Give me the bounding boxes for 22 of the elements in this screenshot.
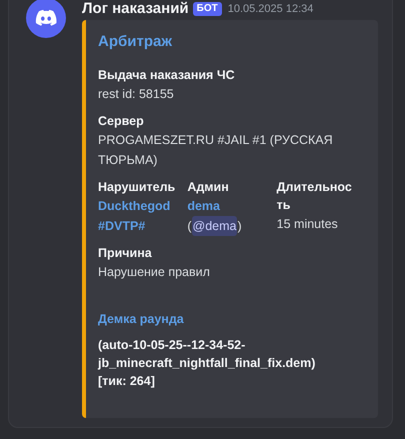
field-name: Длительность [276,179,353,214]
author-name[interactable]: Лог наказаний [82,0,189,18]
demo-filename: (auto-10-05-25--12-34-52-jb_minecraft_nightfall_final_fix.dem) [тик: 264] [98,337,316,390]
user-link[interactable]: dema [187,196,277,216]
user-mention[interactable]: @dema [192,216,238,236]
embed-title[interactable]: Арбитраж [98,32,366,52]
field-name: Причина [98,245,153,262]
field-value: PROGAMESZET.RU #JAIL #1 (РУССКАЯ ТЮРЬМА) [98,132,334,169]
timestamp: 10.05.2025 12:34 [228,2,314,17]
field-name: Сервер [98,113,145,130]
field-name: Нарушитель [98,179,176,196]
field-value: 15 minutes [276,216,339,233]
field-value: Нарушение правил [98,264,211,281]
parenthesis: ) [237,218,242,235]
discord-avatar-icon [26,0,66,38]
field-link[interactable]: Демка раунда [98,310,366,328]
user-link[interactable]: Duckthegod #DVTP# [98,196,182,236]
field-value: rest id: 58155 [98,86,175,103]
parenthesis: ( [187,218,192,235]
field-name: Выдача наказания ЧС [98,67,236,84]
bot-badge: БОТ [192,2,222,16]
field-name: Админ [187,179,230,196]
